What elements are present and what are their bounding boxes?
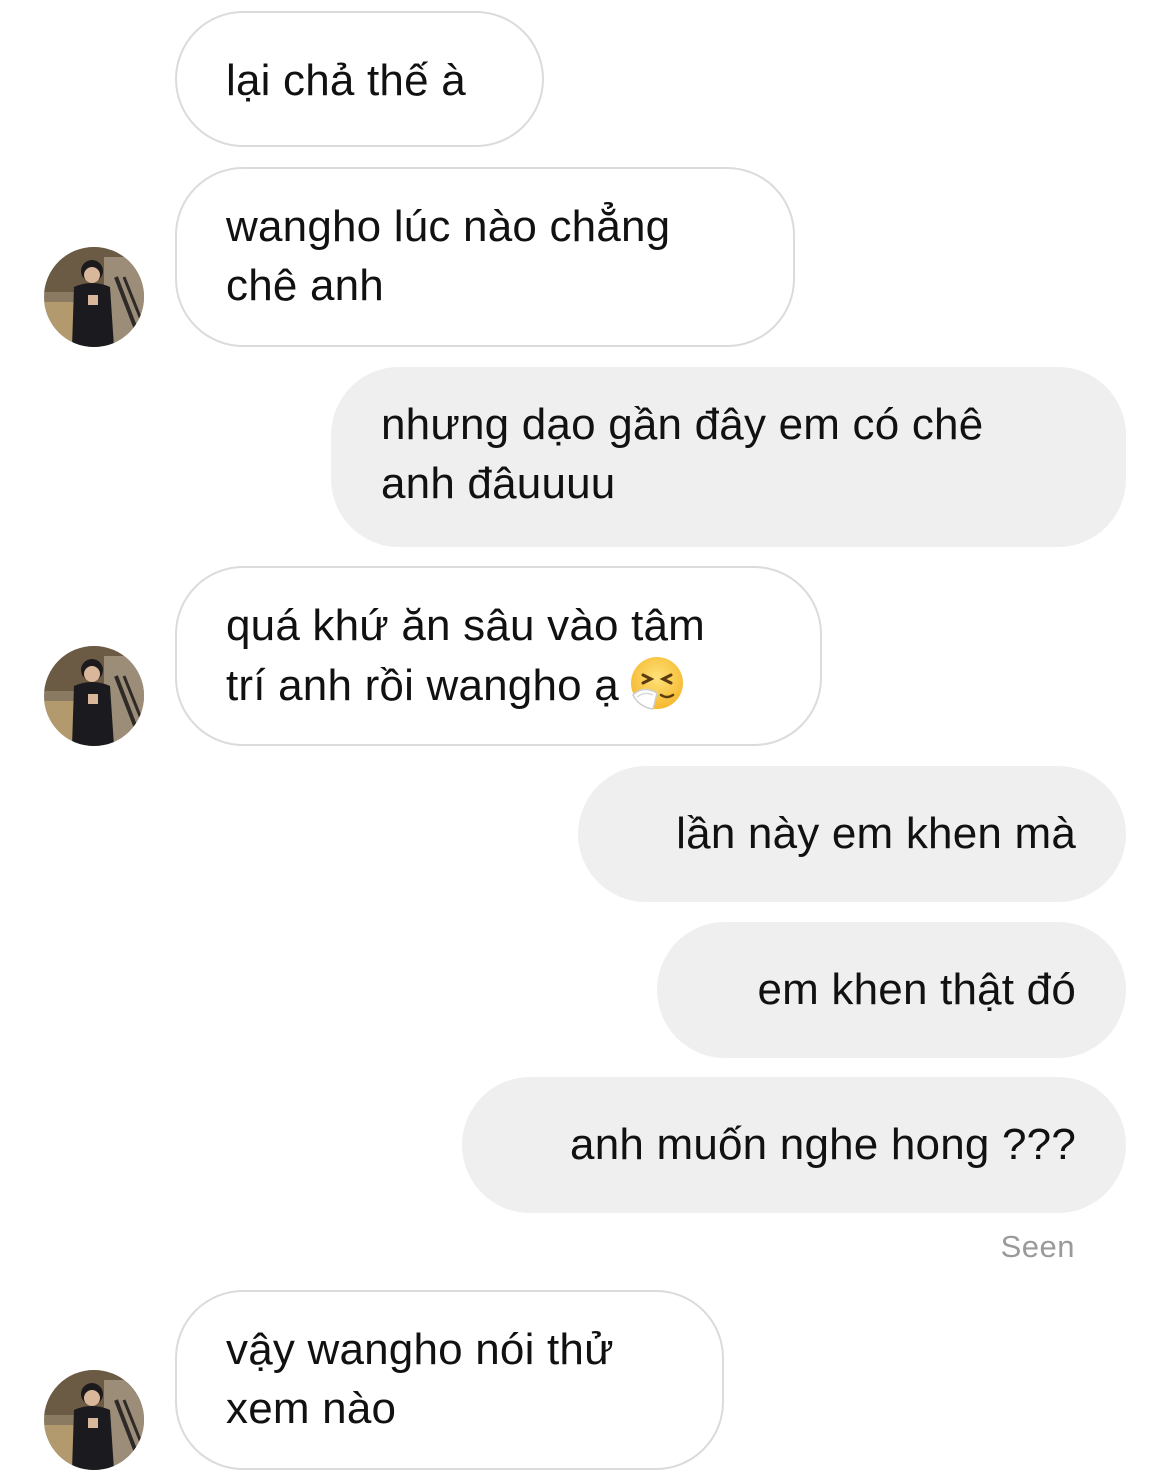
avatar[interactable] bbox=[44, 646, 144, 746]
seen-status: Seen bbox=[1000, 1229, 1075, 1264]
avatar[interactable] bbox=[44, 1370, 144, 1470]
sent-message-bubble[interactable]: lần này em khen mà bbox=[578, 766, 1126, 902]
received-message-bubble[interactable]: vậy wangho nói thử xem nào bbox=[175, 1290, 724, 1470]
message-text-line-1: nhưng dạo gần đây em có chê bbox=[381, 400, 984, 449]
sent-message-bubble[interactable]: nhưng dạo gần đây em có chê anh đâuuuu bbox=[331, 367, 1126, 547]
message-text: em khen thật đó bbox=[757, 965, 1076, 1014]
received-message-bubble[interactable]: lại chả thế à bbox=[175, 11, 544, 147]
message-text-line-2: anh đâuuuu bbox=[381, 459, 616, 508]
message-text-line-1: vậy wangho nói thử bbox=[226, 1325, 614, 1374]
message-text-line-2: chê anh bbox=[226, 261, 384, 310]
sneezing-face-icon bbox=[629, 655, 685, 711]
message-text-line-2: trí anh rồi wangho ạ bbox=[226, 661, 619, 710]
message-text-line-1: quá khứ ăn sâu vào tâm bbox=[226, 601, 706, 650]
sent-message-bubble[interactable]: em khen thật đó bbox=[657, 922, 1126, 1058]
avatar[interactable] bbox=[44, 247, 144, 347]
received-message-bubble[interactable]: wangho lúc nào chẳng chê anh bbox=[175, 167, 795, 347]
message-text-line-1: wangho lúc nào chẳng bbox=[226, 202, 671, 251]
received-message-bubble[interactable]: quá khứ ăn sâu vào tâm trí anh rồi wangh… bbox=[175, 566, 822, 746]
message-text: lại chả thế à bbox=[226, 56, 466, 105]
message-text-line-2: xem nào bbox=[226, 1384, 397, 1433]
sent-message-bubble[interactable]: anh muốn nghe hong ??? bbox=[462, 1077, 1126, 1213]
message-text: lần này em khen mà bbox=[676, 809, 1076, 858]
message-text: anh muốn nghe hong ??? bbox=[570, 1120, 1076, 1169]
